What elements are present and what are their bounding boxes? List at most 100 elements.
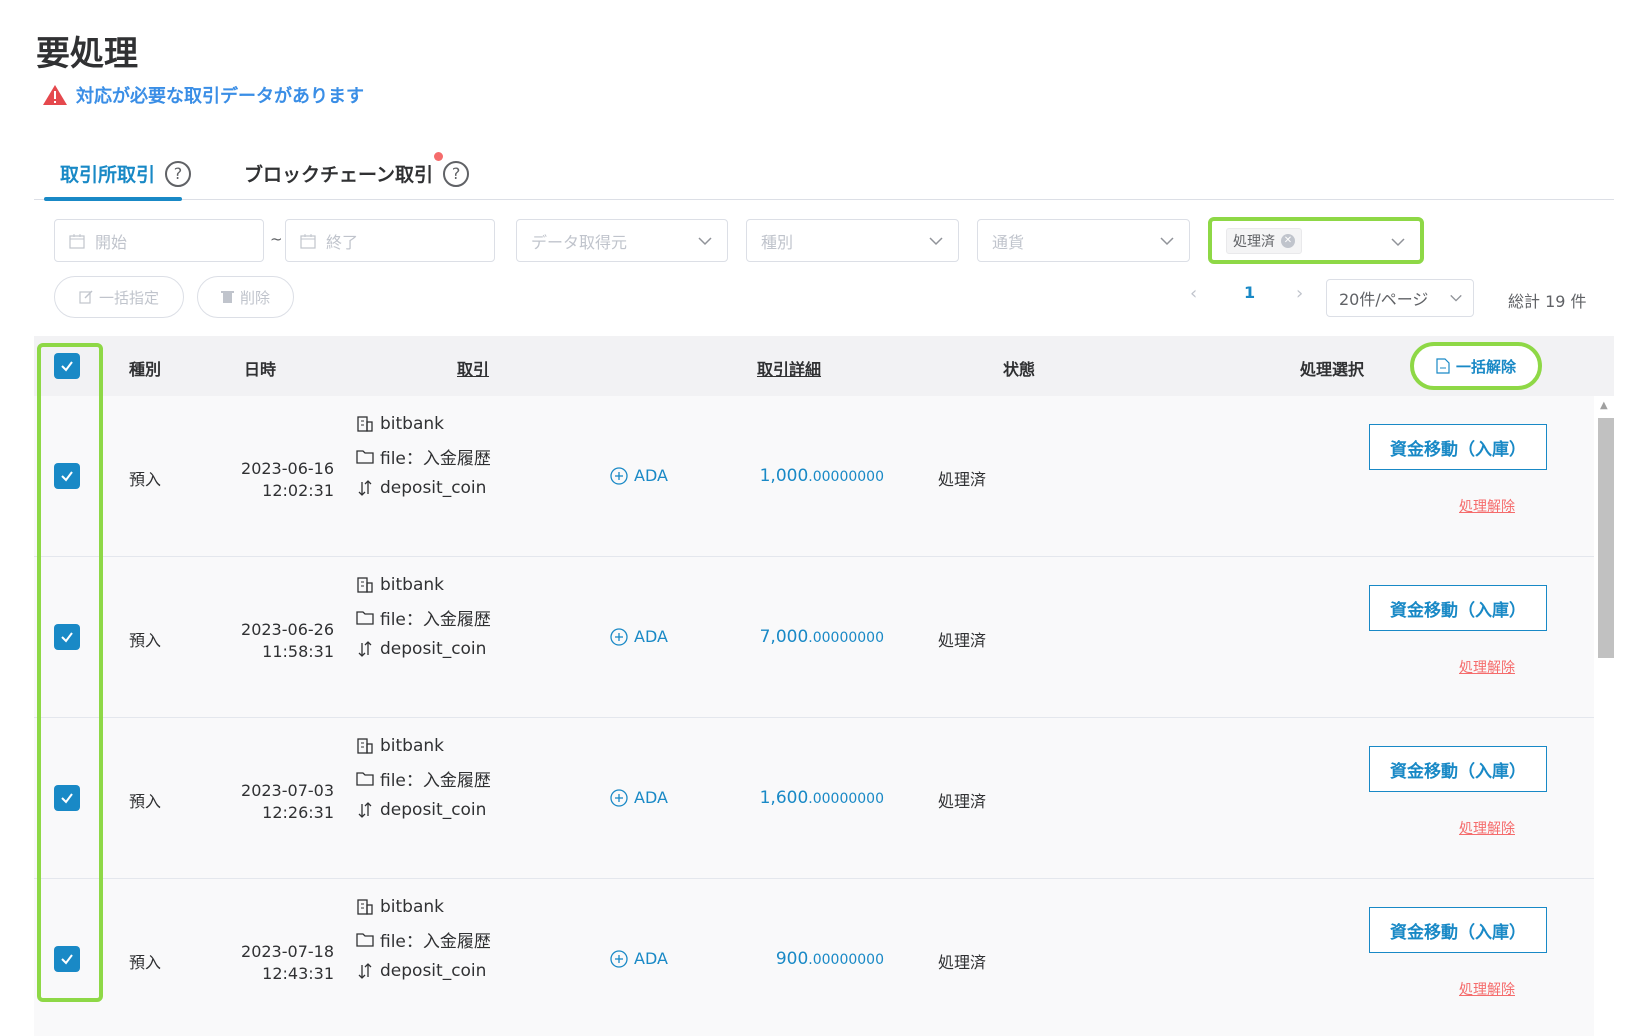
plus-circle-icon: [610, 949, 628, 968]
fund-transfer-button[interactable]: 資金移動（入庫）: [1369, 585, 1547, 631]
transfer-icon: [358, 963, 372, 979]
file-line: file：入金履歴: [356, 923, 491, 955]
row-type: 預入: [129, 470, 162, 489]
check-icon: [61, 632, 73, 643]
row-status: 処理済: [938, 792, 987, 811]
file-name: file：入金履歴: [380, 448, 491, 469]
exchange-line: bitbank: [356, 408, 491, 440]
row-time: 11:58:31: [262, 642, 334, 661]
row-time: 12:43:31: [262, 964, 334, 983]
chevron-down-icon: [1391, 238, 1405, 247]
row-date: 2023-06-26: [241, 620, 334, 639]
row-type: 預入: [129, 953, 162, 972]
row-checkbox[interactable]: [54, 463, 80, 489]
edit-icon: [79, 290, 93, 304]
row-checkbox[interactable]: [54, 624, 80, 650]
tag-close-icon[interactable]: ✕: [1281, 233, 1295, 248]
transfer-icon: [358, 480, 372, 496]
start-date-input[interactable]: 開始: [54, 219, 264, 262]
row-date: 2023-06-16: [241, 459, 334, 478]
amount-integer: 1,600: [759, 788, 809, 808]
exchange-line: bitbank: [356, 569, 491, 601]
building-icon: [357, 899, 373, 915]
check-icon: [61, 793, 73, 804]
help-icon[interactable]: ?: [165, 160, 192, 187]
alert-text: 対応が必要な取引データがあります: [76, 86, 364, 107]
trash-icon: [220, 291, 234, 303]
row-type: 預入: [129, 792, 162, 811]
calendar-icon: [300, 233, 316, 249]
transfer-icon: [358, 802, 372, 818]
release-link[interactable]: 処理解除: [1459, 496, 1515, 516]
check-icon: [61, 361, 73, 372]
page-number[interactable]: 1: [1244, 283, 1255, 302]
row-status: 処理済: [938, 470, 987, 489]
page-size-select[interactable]: 20件/ページ: [1326, 279, 1474, 317]
exchange-name: bitbank: [380, 575, 445, 595]
header-transaction[interactable]: 取引: [457, 356, 489, 380]
fund-transfer-button[interactable]: 資金移動（入庫）: [1369, 424, 1547, 470]
exchange-line: bitbank: [356, 891, 491, 923]
amount-integer: 1,000: [759, 466, 809, 486]
currency-select[interactable]: 通貨: [977, 219, 1190, 262]
tx-type: deposit_coin: [380, 961, 487, 981]
row-checkbox[interactable]: [54, 946, 80, 972]
exchange-name: bitbank: [380, 897, 445, 917]
calendar-icon: [69, 233, 85, 249]
building-icon: [357, 416, 373, 432]
prev-page-button[interactable]: ‹: [1190, 283, 1197, 304]
scroll-up-arrow[interactable]: ▲: [1600, 400, 1608, 411]
header-process-select: 処理選択: [1300, 360, 1365, 379]
data-source-select[interactable]: データ取得元: [516, 219, 728, 262]
end-date-input[interactable]: 終了: [285, 219, 495, 262]
bulk-release-label: 一括解除: [1455, 357, 1516, 376]
amount-decimal: .00000000: [808, 630, 884, 646]
file-name: file：入金履歴: [380, 770, 491, 791]
plus-circle-icon: [610, 788, 628, 807]
release-link[interactable]: 処理解除: [1459, 979, 1515, 999]
chevron-down-icon: [1450, 294, 1462, 302]
help-icon[interactable]: ?: [443, 160, 470, 187]
folder-icon: [356, 933, 374, 947]
row-checkbox[interactable]: [54, 785, 80, 811]
row-amount: 900.00000000: [684, 949, 884, 969]
table-row: 預入 2023-06-26 11:58:31 bitbank file：入金履歴…: [34, 557, 1594, 718]
table-row: 預入 2023-07-18 12:43:31 bitbank file：入金履歴…: [34, 879, 1594, 1036]
tx-type: deposit_coin: [380, 639, 487, 659]
row-currency: ADA: [610, 627, 668, 646]
data-source-placeholder: データ取得元: [531, 232, 628, 252]
type-select[interactable]: 種別: [746, 219, 959, 262]
type-placeholder: 種別: [761, 232, 794, 252]
building-icon: [357, 577, 373, 593]
status-tag: 処理済 ✕: [1226, 227, 1302, 254]
fund-transfer-button[interactable]: 資金移動（入庫）: [1369, 746, 1547, 792]
exchange-name: bitbank: [380, 736, 445, 756]
release-link[interactable]: 処理解除: [1459, 818, 1515, 838]
status-select[interactable]: 処理済 ✕: [1208, 217, 1424, 264]
alert-message: 対応が必要な取引データがあります: [42, 82, 364, 108]
row-currency: ADA: [610, 788, 668, 807]
fund-transfer-button[interactable]: 資金移動（入庫）: [1369, 907, 1547, 953]
release-link[interactable]: 処理解除: [1459, 657, 1515, 677]
scrollbar-thumb[interactable]: [1598, 418, 1614, 658]
currency-code: ADA: [634, 949, 668, 968]
tx-type: deposit_coin: [380, 478, 487, 498]
header-detail[interactable]: 取引詳細: [757, 356, 821, 380]
header-datetime: 日時: [244, 360, 277, 379]
delete-label: 削除: [239, 288, 270, 307]
tab-blockchain-trades[interactable]: ブロックチェーン取引 ?: [244, 160, 470, 187]
tab-exchange-trades[interactable]: 取引所取引 ?: [60, 160, 192, 187]
bulk-release-button[interactable]: 一括解除: [1410, 342, 1542, 390]
select-all-checkbox[interactable]: [54, 353, 80, 379]
table-body: 預入 2023-06-16 12:02:31 bitbank file：入金履歴…: [34, 396, 1594, 1036]
tx-type-line: deposit_coin: [356, 794, 491, 826]
check-icon: [61, 471, 73, 482]
next-page-button[interactable]: ›: [1296, 283, 1303, 304]
amount-integer: 7,000: [759, 627, 809, 647]
bulk-assign-button[interactable]: 一括指定: [54, 276, 184, 318]
total-count: 総計 19 件: [1508, 292, 1587, 311]
page-number-label: 1: [1244, 283, 1256, 302]
delete-button[interactable]: 削除: [197, 276, 294, 318]
row-time: 12:02:31: [262, 481, 334, 500]
header-type: 種別: [129, 360, 162, 379]
